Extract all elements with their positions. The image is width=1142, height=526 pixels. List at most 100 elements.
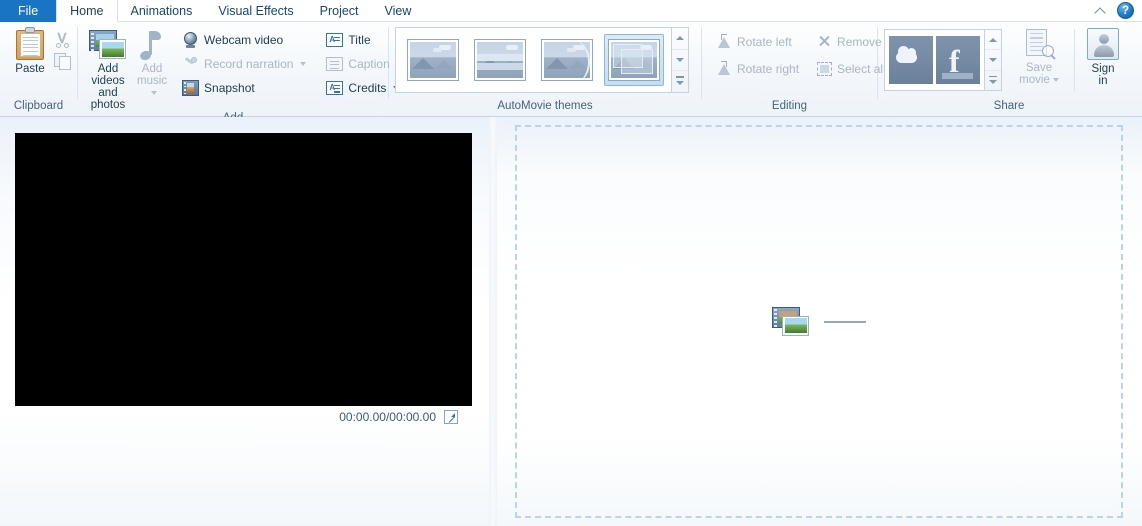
chevron-down-icon: [300, 61, 307, 66]
ribbon-group-share: f Save movie Sign in Share: [878, 22, 1140, 117]
tab-file[interactable]: File: [0, 0, 57, 22]
webcam-icon: [182, 31, 199, 48]
ribbon-group-clipboard: Paste Clipboard: [0, 22, 77, 117]
chevron-up-icon[interactable]: [1093, 3, 1108, 18]
save-movie-icon: [1024, 29, 1054, 59]
theme-thumb-cinematic[interactable]: [537, 34, 597, 86]
tab-animations[interactable]: Animations: [118, 0, 206, 22]
music-note-icon: [138, 30, 165, 61]
automovie-gallery: [395, 27, 689, 93]
gallery-more-icon[interactable]: [672, 71, 688, 92]
paste-label: Paste: [15, 63, 45, 75]
storyboard-pane: [497, 117, 1142, 526]
record-narration-label: Record narration: [204, 56, 294, 71]
tab-view[interactable]: View: [372, 0, 425, 22]
chevron-down-icon: [150, 90, 157, 95]
record-narration-button[interactable]: Record narration: [178, 53, 310, 74]
rotate-left-icon: [716, 34, 732, 49]
group-title-share: Share: [993, 100, 1025, 112]
microphone-icon: [182, 55, 199, 72]
rotate-right-label: Rotate right: [737, 61, 800, 76]
theme-thumb-contemporary[interactable]: [470, 34, 530, 86]
add-music-button[interactable]: Add music: [132, 27, 172, 99]
placeholder-line: [824, 320, 866, 323]
group-title-clipboard: Clipboard: [13, 100, 64, 112]
theme-thumb-fade[interactable]: [604, 34, 664, 86]
timecode-display: 00:00.00/00:00.00: [339, 410, 436, 424]
save-movie-button[interactable]: Save movie: [1010, 25, 1068, 86]
share-gallery: f: [884, 29, 1002, 91]
cloud-icon: [896, 46, 917, 63]
add-videos-and-photos-button[interactable]: Add videos and photos: [84, 27, 132, 111]
preview-video[interactable]: [15, 133, 472, 406]
title-icon: A: [326, 32, 344, 47]
gallery-more-icon[interactable]: [985, 71, 1001, 90]
tab-project-label: Project: [319, 4, 359, 18]
share-skydrive-tile[interactable]: [889, 36, 933, 84]
add-videos-photos-icon: [89, 30, 127, 60]
sign-in-label-line2: in: [1098, 75, 1108, 87]
snapshot-icon: [182, 79, 200, 96]
movie-maker-window: File Home Animations Visual Effects Proj…: [0, 0, 1142, 526]
caption-icon: [326, 56, 344, 71]
sign-in-user-icon: [1087, 28, 1119, 60]
group-title-automovie-themes: AutoMovie themes: [497, 100, 593, 112]
rotate-right-button[interactable]: Rotate right: [712, 58, 803, 79]
help-question-icon[interactable]: ?: [1117, 2, 1134, 19]
ribbon-group-automovie-themes: AutoMovie themes: [389, 22, 701, 117]
select-all-icon: [817, 61, 833, 76]
tab-animations-label: Animations: [130, 4, 193, 18]
add-small-buttons-col1: Webcam video Record narration Snapshot: [178, 27, 310, 98]
tab-project[interactable]: Project: [307, 0, 372, 22]
chevron-down-icon: [1052, 77, 1059, 82]
tab-visual-effects[interactable]: Visual Effects: [205, 0, 306, 22]
share-gallery-scrollbar[interactable]: [984, 30, 1001, 90]
save-movie-label-line1: Save: [1025, 62, 1053, 74]
pane-splitter[interactable]: [489, 117, 497, 526]
media-dropzone[interactable]: [515, 125, 1123, 518]
ribbon-group-add: Add videos and photos Add music Webcam v…: [78, 22, 400, 124]
tab-visual-effects-label: Visual Effects: [218, 4, 294, 18]
theme-thumb-no-theme[interactable]: [403, 34, 463, 86]
scroll-down-icon[interactable]: [985, 50, 1001, 71]
sign-in-label-line1: Sign: [1091, 63, 1115, 75]
sign-in-button[interactable]: Sign in: [1077, 25, 1129, 87]
webcam-video-label: Webcam video: [204, 32, 284, 47]
ribbon-group-editing: Rotate left Rotate right Remove Select a…: [702, 22, 886, 117]
rotate-left-label: Rotate left: [737, 34, 792, 49]
tab-file-label: File: [18, 4, 39, 18]
credits-label: Credits: [348, 80, 387, 95]
copy-icon[interactable]: [54, 52, 71, 70]
rotate-right-icon: [716, 61, 732, 76]
remove-x-icon: [817, 34, 832, 49]
save-movie-label-line2: movie: [1019, 74, 1050, 86]
remove-label: Remove: [837, 34, 882, 49]
tab-home-label: Home: [70, 3, 104, 18]
ribbon-tab-bar: File Home Animations Visual Effects Proj…: [0, 0, 1142, 22]
snapshot-label: Snapshot: [204, 80, 255, 95]
group-title-editing: Editing: [771, 100, 808, 112]
tab-view-label: View: [384, 4, 412, 18]
share-facebook-tile[interactable]: f: [936, 36, 980, 84]
caption-label: Caption: [348, 56, 390, 71]
tab-bar-right-controls: ?: [1093, 0, 1142, 21]
main-workspace: 00:00.00/00:00.00: [0, 117, 1142, 526]
add-music-label-line2: music: [137, 75, 168, 87]
webcam-video-button[interactable]: Webcam video: [178, 29, 310, 50]
scissors-icon[interactable]: [54, 31, 71, 48]
tab-home[interactable]: Home: [56, 0, 118, 22]
preview-pane: 00:00.00/00:00.00: [0, 117, 489, 526]
clipboard-icon: [16, 27, 44, 60]
timecode-row: 00:00.00/00:00.00: [0, 405, 472, 429]
fullscreen-icon[interactable]: [444, 410, 458, 424]
scroll-up-icon[interactable]: [672, 28, 688, 50]
add-media-placeholder-icon: [772, 306, 810, 337]
scroll-down-icon[interactable]: [672, 50, 688, 72]
snapshot-button[interactable]: Snapshot: [178, 77, 310, 98]
add-videos-label-line2: and photos: [90, 87, 126, 111]
rotate-left-button[interactable]: Rotate left: [712, 31, 803, 52]
paste-button[interactable]: Paste: [10, 27, 50, 75]
scroll-up-icon[interactable]: [985, 30, 1001, 51]
automovie-gallery-scrollbar[interactable]: [671, 28, 688, 92]
credits-icon: A: [326, 80, 344, 95]
